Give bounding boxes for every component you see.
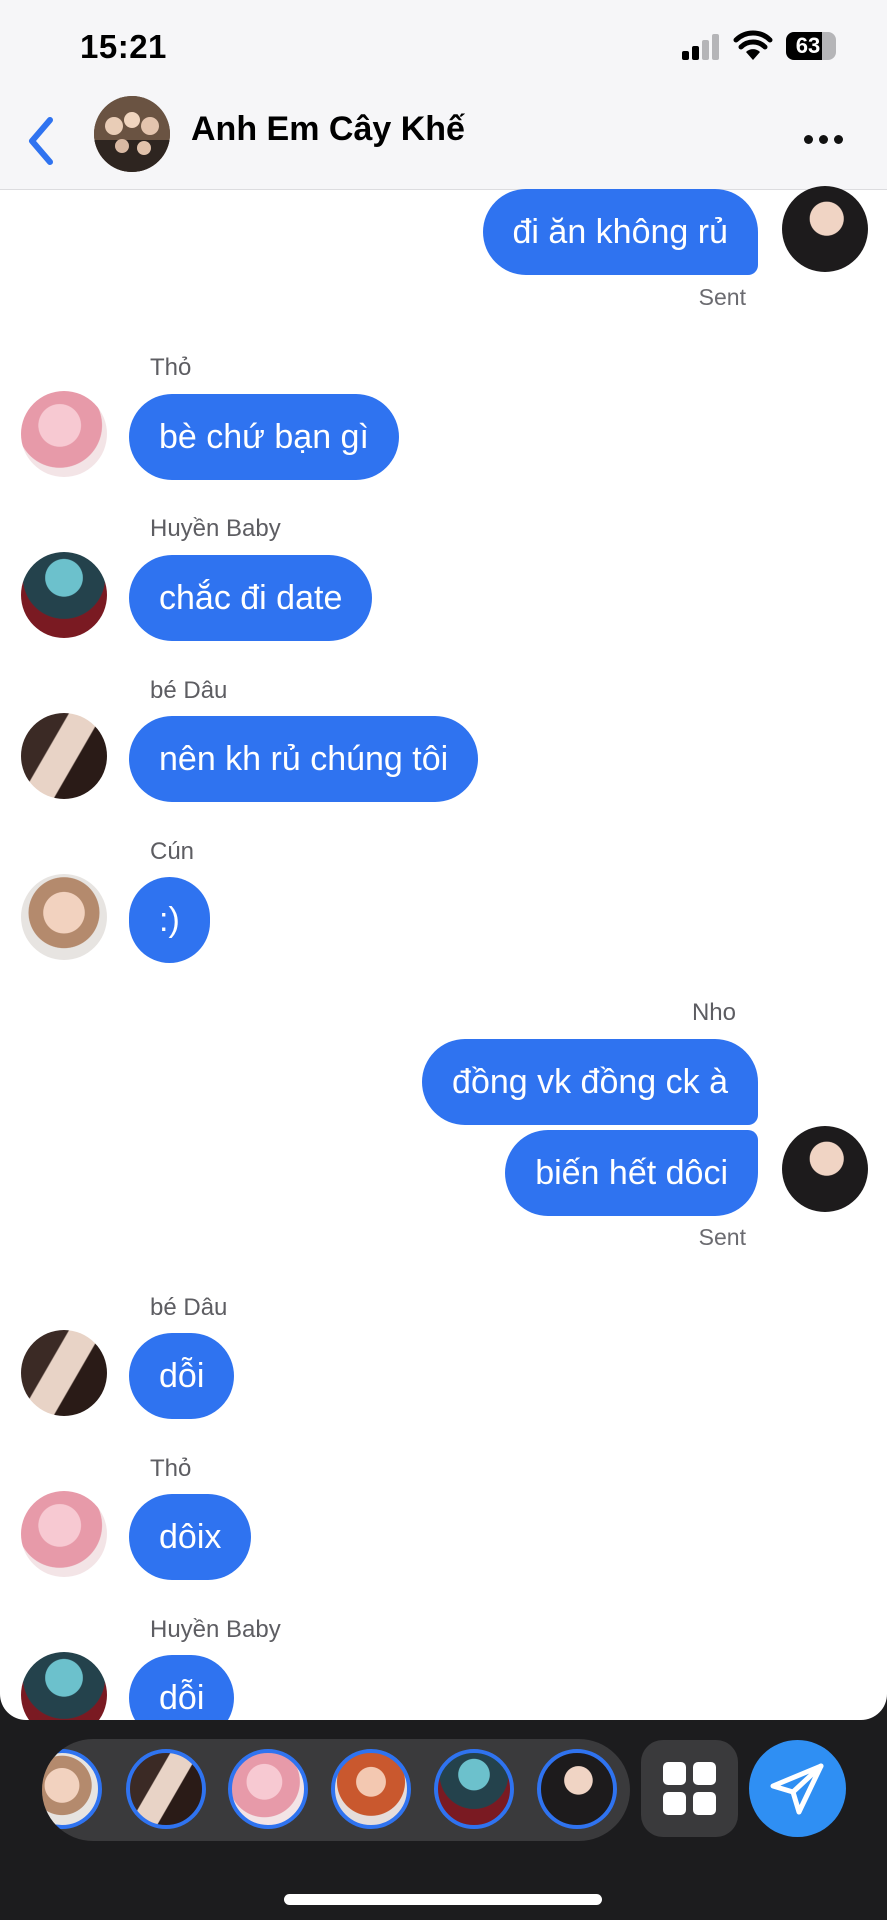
message-bubble[interactable]: dôix [129, 1494, 252, 1580]
chat-title[interactable]: Anh Em Cây Khế [191, 110, 465, 149]
avatar-huyen-baby[interactable] [21, 552, 107, 638]
message-bubble[interactable]: biến hết dôci [505, 1130, 758, 1216]
message-bubble[interactable]: đi ăn không rủ [482, 189, 758, 275]
sent-status: Sent [698, 284, 746, 310]
recipient-avatar[interactable] [331, 1749, 411, 1829]
sender-name: Thỏ [150, 354, 192, 381]
avatar-be-dau[interactable] [21, 1330, 107, 1416]
sender-name: bé Dâu [150, 677, 228, 704]
recipient-strip[interactable] [42, 1739, 630, 1841]
sender-name: Huyền Baby [150, 1616, 281, 1643]
battery-level: 63 [795, 33, 821, 58]
avatar-huyen-baby[interactable] [21, 1652, 107, 1720]
message-bubble[interactable]: bè chứ bạn gì [129, 394, 399, 480]
sent-status: Sent [698, 1224, 746, 1250]
apps-grid-icon[interactable] [641, 1740, 738, 1837]
send-button[interactable] [749, 1740, 846, 1837]
sender-name: bé Dâu [150, 1294, 228, 1321]
avatar-tho[interactable] [21, 1491, 107, 1577]
chat-screen: 15:21 63 Anh Em Cây Khế đi ăn không rủ S… [0, 0, 887, 1720]
recipient-avatar[interactable] [537, 1749, 617, 1829]
sender-name: Nho [691, 999, 736, 1026]
avatar-tho[interactable] [21, 391, 107, 477]
recipient-avatar[interactable] [434, 1749, 514, 1829]
sender-name: Thỏ [150, 1455, 192, 1482]
sender-name: Cún [150, 838, 195, 865]
group-avatar[interactable] [94, 96, 170, 172]
avatar-me[interactable] [782, 186, 868, 272]
message-bubble[interactable]: dỗi [129, 1333, 235, 1419]
header-bar: 15:21 63 Anh Em Cây Khế [0, 0, 887, 190]
message-bubble[interactable]: dỗi [129, 1655, 235, 1720]
avatar-be-dau[interactable] [21, 713, 107, 799]
status-time: 15:21 [80, 28, 167, 65]
avatar-cun[interactable] [21, 874, 107, 960]
message-bubble[interactable]: :) [129, 877, 210, 963]
battery-icon: 63 [786, 32, 836, 62]
message-bubble[interactable]: nên kh rủ chúng tôi [129, 716, 479, 802]
send-icon [770, 1763, 824, 1815]
wifi-icon [733, 30, 773, 60]
message-bubble[interactable]: đồng vk đồng ck à [422, 1039, 758, 1125]
recipient-avatar[interactable] [126, 1749, 206, 1829]
recipient-avatar[interactable] [228, 1749, 308, 1829]
avatar-me[interactable] [782, 1126, 868, 1212]
message-bubble[interactable]: chắc đi date [129, 555, 373, 641]
back-icon[interactable] [20, 112, 64, 170]
recipient-avatar[interactable] [42, 1749, 102, 1829]
more-icon[interactable] [800, 130, 848, 150]
signal-icon [682, 34, 720, 60]
home-indicator[interactable] [284, 1894, 602, 1905]
sender-name: Huyền Baby [150, 515, 281, 542]
